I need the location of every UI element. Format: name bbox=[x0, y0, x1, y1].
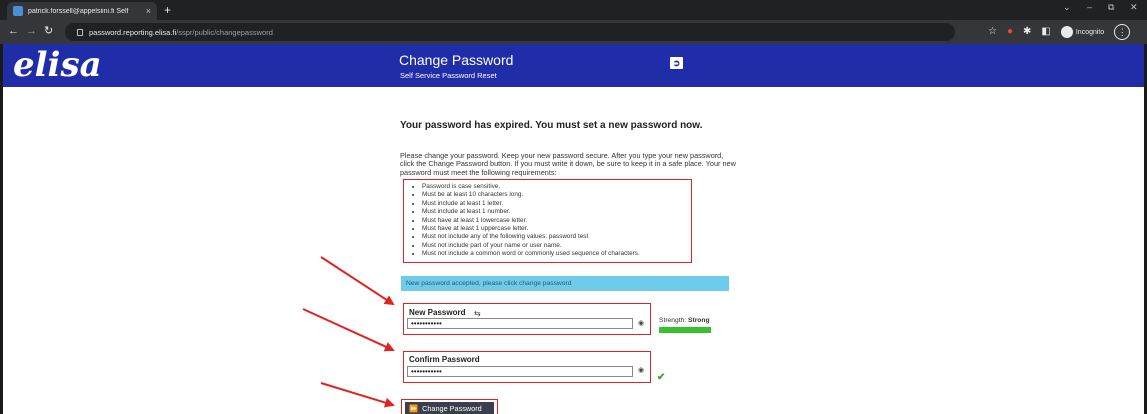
tab-search-icon[interactable]: ⌄ bbox=[1063, 2, 1071, 13]
extension-icon[interactable]: ● bbox=[1007, 25, 1013, 39]
minimize-icon[interactable]: – bbox=[1087, 2, 1092, 12]
lock-icon[interactable] bbox=[77, 28, 83, 36]
url-host: password.reporting.elisa.fi bbox=[89, 27, 177, 37]
arrow-to-confirm-password bbox=[302, 308, 395, 352]
url-path: /sspr/public/changepassword bbox=[176, 27, 273, 37]
restore-icon[interactable]: ⧉ bbox=[1108, 2, 1114, 13]
reload-icon[interactable]: ↻ bbox=[44, 24, 53, 38]
incognito-indicator[interactable]: Incognito bbox=[1060, 26, 1105, 38]
browser-tab-strip: patrick.forssell@appelsiini.fi Self × + … bbox=[0, 0, 1147, 20]
arrow-to-new-password bbox=[320, 256, 395, 306]
browser-tab[interactable]: patrick.forssell@appelsiini.fi Self × bbox=[7, 2, 157, 20]
annotation-arrows bbox=[302, 256, 395, 408]
incognito-label: Incognito bbox=[1075, 28, 1105, 36]
site-favicon-icon bbox=[13, 6, 23, 16]
sidepanel-icon[interactable]: ◧ bbox=[1041, 25, 1050, 39]
close-window-icon[interactable]: ✕ bbox=[1130, 2, 1138, 13]
menu-icon[interactable]: ⋮ bbox=[1114, 24, 1131, 40]
browser-toolbar: ← → ↻ password.reporting.elisa.fi /sspr/… bbox=[0, 20, 1147, 44]
new-tab-button[interactable]: + bbox=[164, 3, 171, 17]
tab-close-icon[interactable]: × bbox=[146, 6, 151, 16]
star-icon[interactable]: ☆ bbox=[988, 25, 997, 39]
forward-icon[interactable]: → bbox=[26, 24, 37, 38]
arrow-to-submit-button bbox=[320, 382, 395, 408]
puzzle-icon[interactable]: ✱ bbox=[1023, 25, 1031, 39]
address-bar[interactable]: password.reporting.elisa.fi /sspr/public… bbox=[65, 23, 955, 41]
tab-title: patrick.forssell@appelsiini.fi Self bbox=[28, 7, 129, 15]
web-page: elisa Change Password Self Service Passw… bbox=[0, 44, 1147, 414]
incognito-icon bbox=[1060, 26, 1073, 38]
back-icon[interactable]: ← bbox=[8, 24, 19, 38]
